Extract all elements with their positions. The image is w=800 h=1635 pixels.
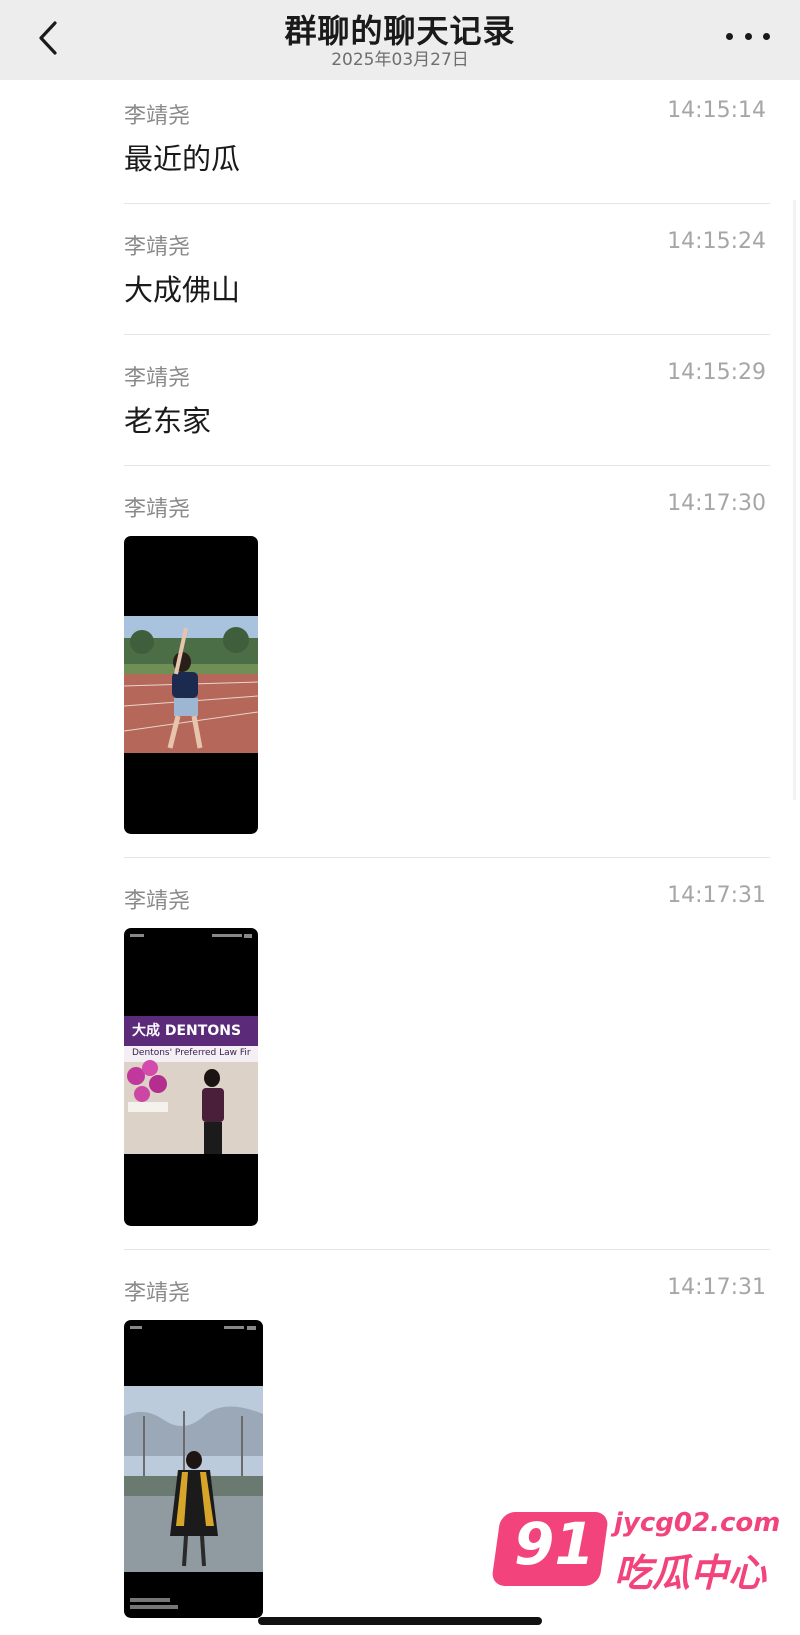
divider bbox=[124, 203, 770, 204]
divider bbox=[124, 465, 770, 466]
scrollbar[interactable] bbox=[793, 200, 796, 800]
more-dots-icon bbox=[726, 32, 733, 40]
photo-running-track bbox=[124, 616, 258, 753]
message-time: 14:17:30 bbox=[667, 491, 766, 516]
message-time: 14:17:31 bbox=[667, 1275, 766, 1300]
watermark-logo: 91 jycg02.com 吃瓜中心 bbox=[490, 1508, 786, 1613]
message-time: 14:15:14 bbox=[667, 98, 766, 123]
message-time: 14:17:31 bbox=[667, 883, 766, 908]
image-thumbnail[interactable]: 大成 DENTONS Dentons' Preferred Law Fir bbox=[124, 928, 258, 1226]
message-text[interactable]: 老东家 bbox=[124, 398, 211, 440]
sender-name: 李靖尧 bbox=[124, 889, 191, 914]
divider bbox=[124, 334, 770, 335]
image-thumbnail[interactable] bbox=[124, 1320, 263, 1618]
image-thumbnail[interactable] bbox=[124, 536, 258, 834]
status-bar bbox=[130, 1326, 256, 1330]
sender-name: 李靖尧 bbox=[124, 235, 191, 260]
image-caption-brand: 大成 DENTONS bbox=[132, 1023, 242, 1039]
message-item: 李靖尧 14:15:29 老东家 bbox=[124, 360, 768, 438]
more-dots-icon bbox=[763, 32, 770, 40]
home-indicator[interactable] bbox=[258, 1617, 542, 1625]
sender-name: 李靖尧 bbox=[124, 104, 191, 129]
sender-name: 李靖尧 bbox=[124, 1281, 191, 1306]
caption-line bbox=[130, 1598, 170, 1602]
message-item: 李靖尧 14:17:30 bbox=[124, 491, 768, 834]
status-bar bbox=[130, 934, 252, 938]
caption-line bbox=[130, 1605, 178, 1609]
watermark-badge-number: 91 bbox=[514, 1510, 595, 1578]
message-time: 14:15:24 bbox=[667, 229, 766, 254]
sender-name: 李靖尧 bbox=[124, 497, 191, 522]
message-text[interactable]: 大成佛山 bbox=[124, 267, 240, 309]
nav-header: 群聊的聊天记录 2025年03月27日 bbox=[0, 0, 800, 80]
watermark-name: 吃瓜中心 bbox=[614, 1551, 767, 1595]
divider bbox=[124, 1249, 770, 1250]
message-item: 李靖尧 14:15:14 最近的瓜 bbox=[124, 98, 768, 176]
divider bbox=[124, 857, 770, 858]
photo-graduation bbox=[124, 1386, 263, 1572]
watermark-url: jycg02.com bbox=[614, 1508, 781, 1538]
page-date: 2025年03月27日 bbox=[331, 50, 469, 70]
more-dots-icon bbox=[744, 32, 752, 40]
message-item: 李靖尧 14:15:24 大成佛山 bbox=[124, 229, 768, 307]
message-item: 李靖尧 14:17:31 大成 DENTONS Dentons' Preferr… bbox=[124, 883, 768, 1226]
message-time: 14:15:29 bbox=[667, 360, 766, 385]
more-button[interactable] bbox=[726, 24, 770, 48]
message-text[interactable]: 最近的瓜 bbox=[124, 136, 240, 178]
image-caption-sub: Dentons' Preferred Law Fir bbox=[132, 1048, 251, 1058]
sender-name: 李靖尧 bbox=[124, 366, 191, 391]
